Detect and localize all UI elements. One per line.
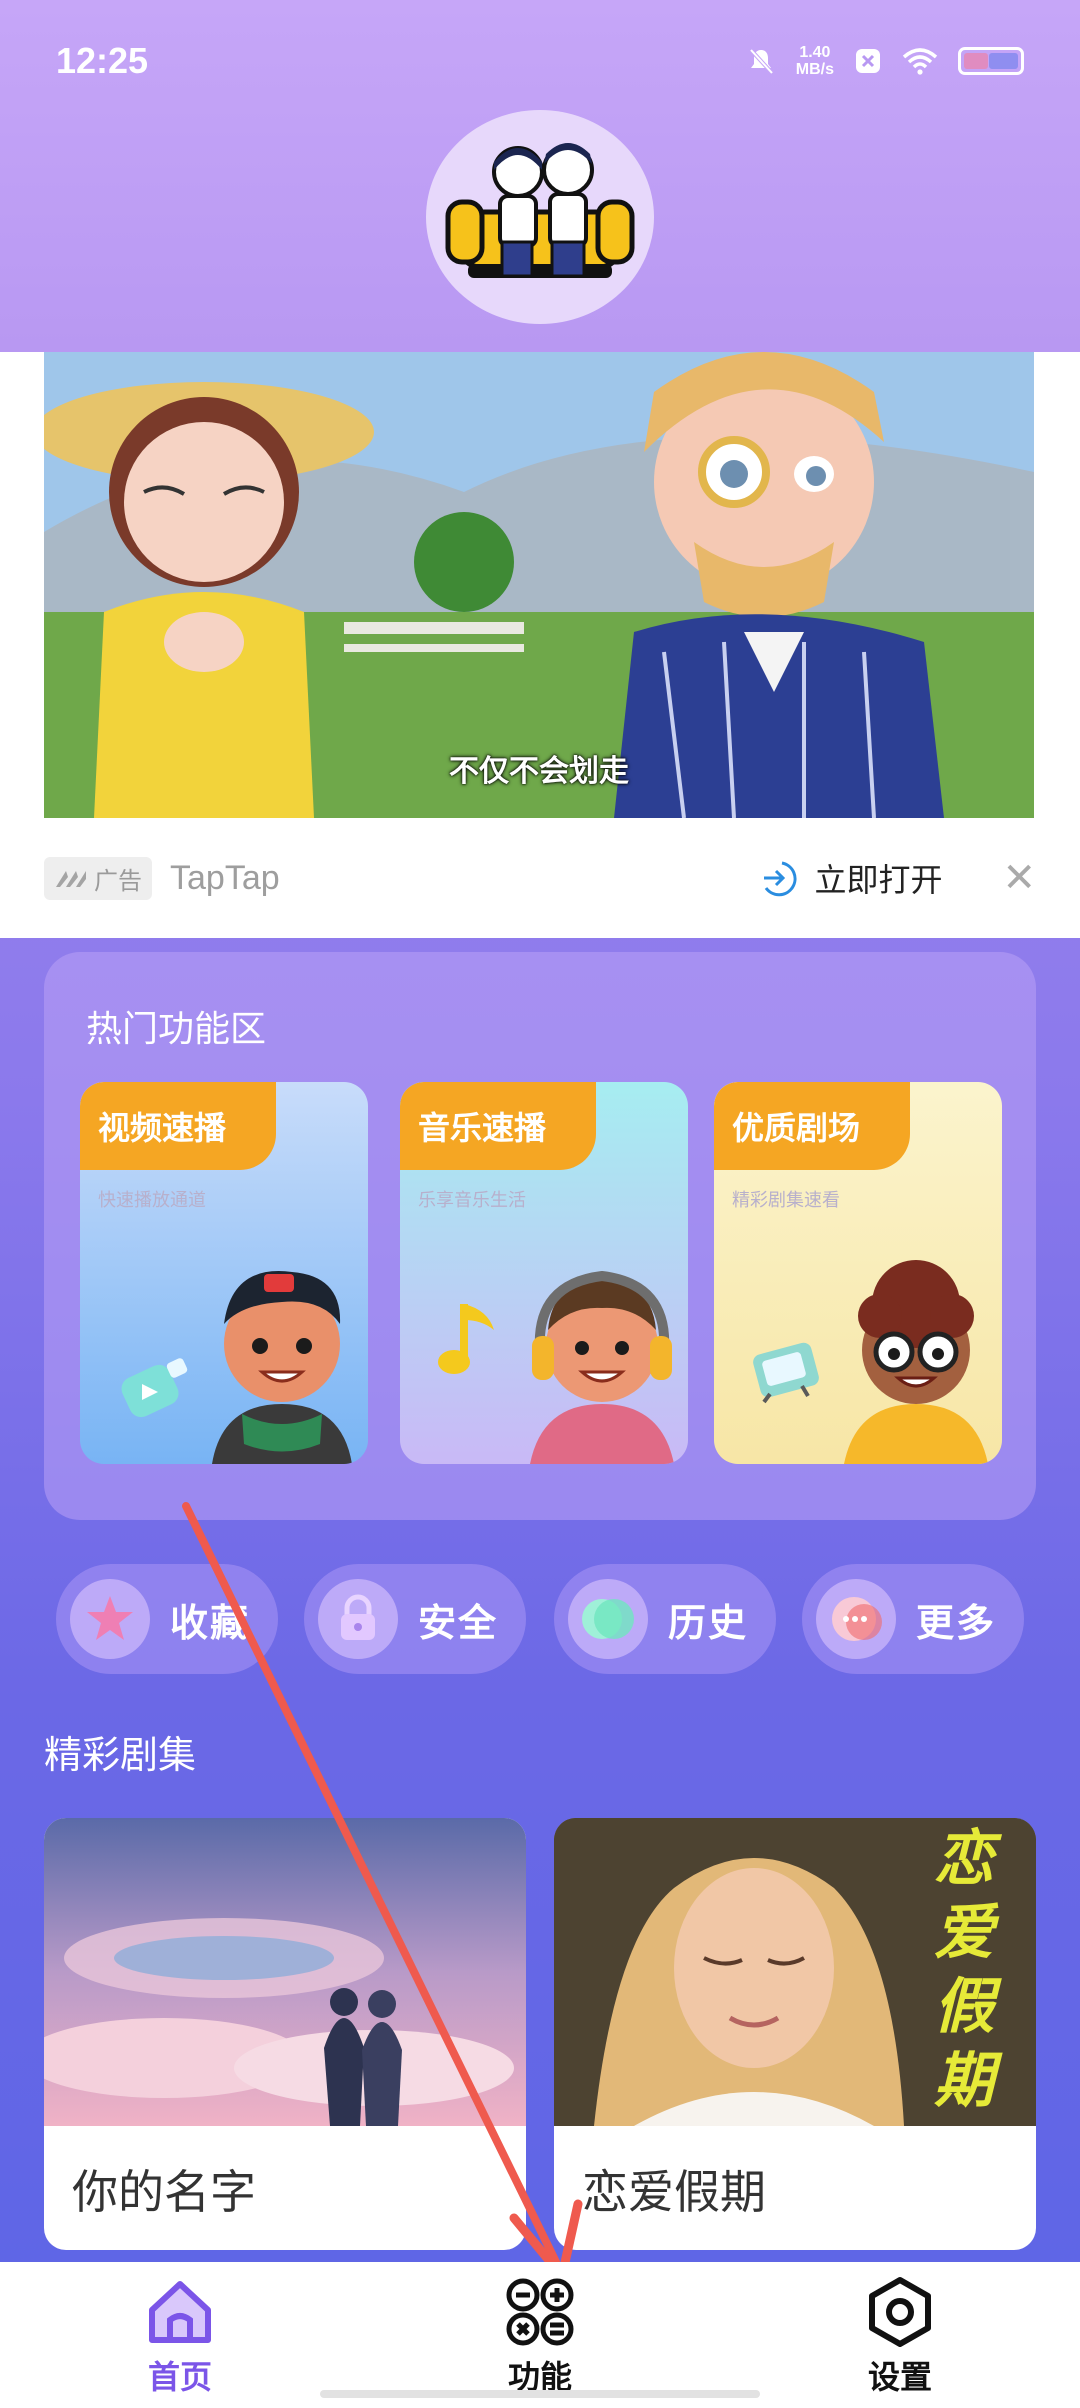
net-speed-unit: MB/s [795,61,834,78]
feature-card-subtitle: 精彩剧集速看 [732,1190,840,1210]
wifi-icon [902,48,938,75]
show-poster [44,1818,526,2126]
avatar-boy-cap [212,1271,352,1464]
quick-actions: 收藏 安全 历史 更多 [56,1564,1024,1674]
feature-card-subtitle: 快速播放通道 [98,1190,206,1210]
nav-home[interactable]: 首页 [80,2262,280,2408]
nav-label: 首页 [147,2359,212,2395]
bottom-nav: 首页 功能 设置 [0,2262,1080,2408]
ad-network-icon [56,871,86,887]
net-speed: 1.40 MB/s [796,44,834,78]
avatar-glasses [844,1260,988,1464]
quick-action-security[interactable]: 安全 [304,1564,526,1674]
quick-action-label: 历史 [668,1602,749,1645]
avatar-headphones [530,1270,674,1464]
feature-card-label: 音乐速播 [400,1082,596,1170]
ad-banner[interactable]: 不仅不会划走 广告 TapTap 立即打开 ✕ [0,352,1080,938]
app-logo [426,110,654,324]
tv-icon [753,1342,819,1404]
play-bottle-icon [121,1358,188,1418]
poster-title: 恋爱假期 [934,1825,994,2114]
ad-badge-label: 广告 [94,867,142,895]
more-icon [816,1579,896,1659]
feature-card-music[interactable]: 音乐速播 乐享音乐生活 [400,1082,688,1464]
show-title: 恋爱假期 [582,2166,766,2218]
status-icons: 1.40 MB/s [746,44,1024,78]
ad-brand: TapTap [170,858,280,897]
ad-footer: 广告 TapTap 立即打开 ✕ [44,818,1036,938]
feature-card-theater[interactable]: 优质剧场 精彩剧集速看 [714,1082,1002,1464]
home-indicator[interactable] [320,2390,760,2398]
quick-action-favorites[interactable]: 收藏 [56,1564,278,1674]
quick-action-history[interactable]: 历史 [554,1564,776,1674]
history-icon [568,1579,648,1659]
nav-label: 设置 [867,2359,932,2395]
show-card-holiday[interactable]: 恋爱假期 恋爱假期 [554,1818,1036,2250]
open-arrow-icon [764,861,797,897]
net-speed-value: 1.40 [799,44,831,61]
battery-icon [958,47,1024,75]
quick-action-label: 收藏 [170,1602,251,1645]
hot-features-title: 热门功能区 [86,1008,267,1049]
nav-settings[interactable]: 设置 [800,2262,1000,2408]
feature-card-subtitle: 乐享音乐生活 [418,1190,526,1210]
close-icon[interactable]: ✕ [1002,855,1036,901]
functions-icon [506,2278,574,2346]
show-title: 你的名字 [72,2166,256,2218]
ad-open-label: 立即打开 [814,862,943,898]
quick-action-more[interactable]: 更多 [802,1564,1024,1674]
home-icon [149,2281,211,2343]
show-poster: 恋爱假期 [554,1818,1036,2126]
status-time: 12:25 [56,40,149,81]
mute-icon [749,48,774,75]
music-note-icon [438,1304,494,1374]
top-header: 12:25 1.40 MB/s [0,0,1080,352]
ad-video[interactable]: 不仅不会划走 [44,352,1034,818]
app-notification-icon [856,49,880,73]
feature-card-label: 视频速播 [80,1082,276,1170]
quick-action-label: 安全 [418,1602,499,1645]
nav-functions[interactable]: 功能 [440,2262,640,2408]
ad-badge: 广告 [44,856,152,900]
ad-caption: 不仅不会划走 [449,755,629,788]
lock-icon [318,1579,398,1659]
star-icon [70,1579,150,1659]
quick-action-label: 更多 [916,1602,997,1645]
ad-open-button[interactable]: 立即打开 [758,855,942,901]
settings-icon [869,2277,931,2347]
couple-sofa-logo [445,143,635,278]
feature-card-video[interactable]: 视频速播 快速播放通道 [80,1082,368,1464]
featured-title: 精彩剧集 [44,1735,197,1777]
show-card-your-name[interactable]: 你的名字 [44,1818,526,2250]
hot-features-panel: 热门功能区 视频速播 快速播放通道 音乐速播 乐享音乐生活 优质剧场 精彩剧集速… [44,952,1036,1520]
feature-card-label: 优质剧场 [714,1082,910,1170]
